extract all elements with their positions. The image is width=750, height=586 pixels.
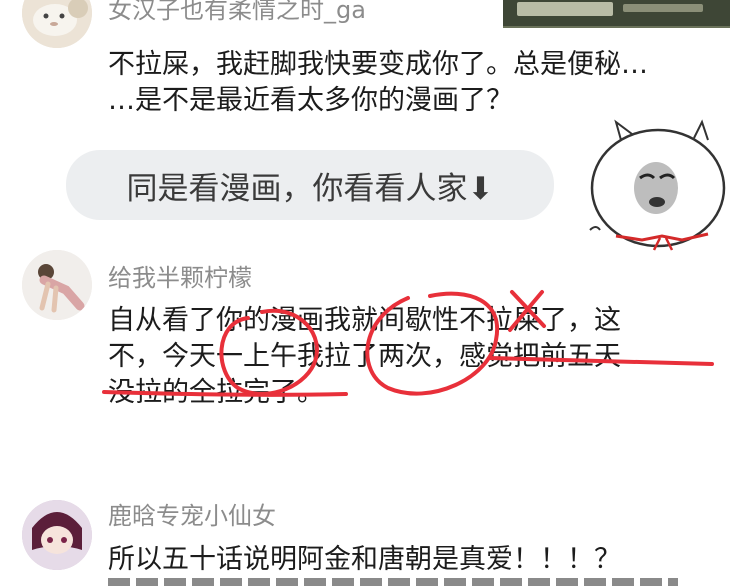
circle-annotation [219,308,319,396]
avatar[interactable] [22,500,92,570]
avatar-anime-girl-icon [22,500,92,570]
underline-annotation [102,390,348,397]
cropped-text-line [108,578,678,586]
underline-annotation [488,356,714,366]
comment-text-line: 所以五十话说明阿金和唐朝是真爱！！！？ [108,544,621,575]
circle-annotation [365,291,500,396]
comment-username[interactable]: 鹿晗专宠小仙女 [108,496,276,531]
